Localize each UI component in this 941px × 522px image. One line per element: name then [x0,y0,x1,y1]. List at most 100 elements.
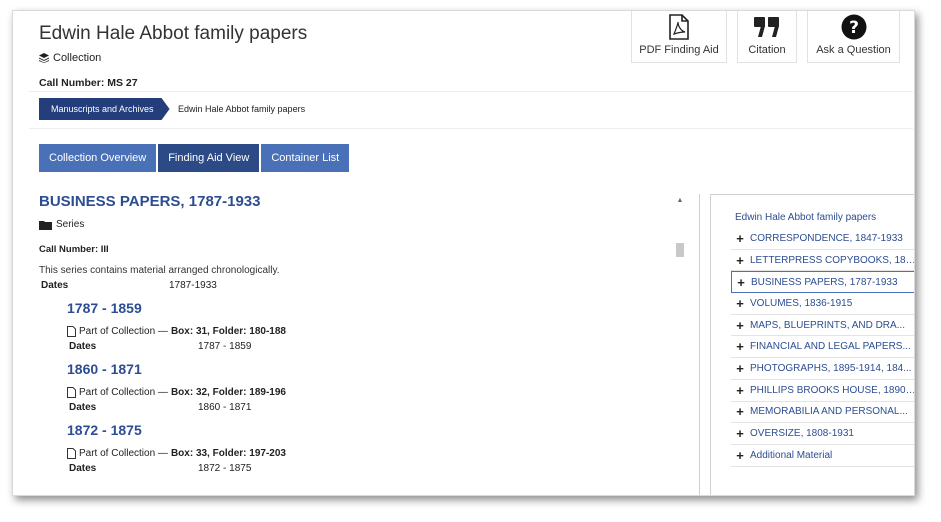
dates-label: Dates [69,402,97,413]
tree-item-label: PHILLIPS BROOKS HOUSE, 1890-... [750,384,915,396]
series-dates: Dates 1787-1933 [39,280,669,291]
call-number-label: Call Number: [39,77,105,89]
pdf-file-icon [669,14,689,40]
expand-plus-icon[interactable]: + [736,275,746,290]
tree-item[interactable]: + MAPS, BLUEPRINTS, AND DRA... [731,315,914,337]
tree-item-label: MAPS, BLUEPRINTS, AND DRA... [750,319,906,331]
tree-item[interactable]: + Additional Material [731,445,914,467]
breadcrumb-repository[interactable]: Manuscripts and Archives [39,98,170,120]
tree-item-label: PHOTOGRAPHS, 1895-1914, 184... [750,362,912,374]
dates-value: 1860 - 1871 [198,402,252,413]
series-type-label: Series [56,219,85,230]
tree-item-label: BUSINESS PAPERS, 1787-1933 [751,276,898,288]
ask-question-button[interactable]: ? Ask a Question [807,11,900,63]
expand-plus-icon[interactable]: + [735,253,745,268]
tree-panel: Edwin Hale Abbot family papers + CORRESPO… [710,194,915,495]
page-title: Edwin Hale Abbot family papers [39,23,308,44]
tree-item-label: Additional Material [750,449,833,461]
tree-item[interactable]: + FINANCIAL AND LEGAL PAPERS... [731,336,914,359]
view-tabs: Collection Overview Finding Aid View Con… [39,144,350,172]
tab-collection-overview[interactable]: Collection Overview [39,144,157,172]
expand-plus-icon[interactable]: + [735,296,745,311]
pdf-finding-aid-label: PDF Finding Aid [639,44,719,56]
expand-plus-icon[interactable]: + [735,231,745,246]
series-type: Series [39,219,669,230]
document-icon [67,387,76,398]
dates-label: Dates [41,280,69,291]
tree-item[interactable]: + OVERSIZE, 1808-1931 [731,423,914,445]
ask-question-label: Ask a Question [816,44,891,56]
child-title[interactable]: 1860 - 1871 [67,361,669,377]
dates-value: 1872 - 1875 [198,463,252,474]
toolbar: PDF Finding Aid Citation ? Ask a Questio… [631,11,900,63]
tree-list: + CORRESPONDENCE, 1847-1933 + LETTERPRESS … [731,228,915,467]
tree-item[interactable]: + PHOTOGRAPHS, 1895-1914, 184... [731,358,914,380]
series-call-number: Call Number: III [39,244,109,255]
tree-item-label: LETTERPRESS COPYBOOKS, 185... [750,254,915,266]
expand-plus-icon[interactable]: + [735,426,745,441]
scrollbar-thumb[interactable] [676,243,684,257]
dates-value: 1787 - 1859 [198,341,252,352]
tree-item-label: OVERSIZE, 1808-1931 [750,428,854,440]
tree-item-label: MEMORABILIA AND PERSONAL... [750,406,908,418]
citation-label: Citation [748,44,786,56]
tree-item[interactable]: + CORRESPONDENCE, 1847-1933 [731,228,914,250]
tree-item-current[interactable]: + BUSINESS PAPERS, 1787-1933 [731,271,914,294]
box-folder: Box: 31, Folder: 180-188 [170,326,286,337]
tree-item-label: VOLUMES, 1836-1915 [750,297,853,309]
child-container: Part of Collection — Box: 32, Folder: 18… [67,387,669,398]
question-circle-icon: ? [841,14,866,40]
expand-plus-icon[interactable]: + [735,339,745,354]
dates-label: Dates [69,463,97,474]
part-of-collection: Part of Collection — [79,448,168,459]
child-record: 1787 - 1859 Part of Collection — Box: 31… [67,300,669,352]
expand-plus-icon[interactable]: + [735,318,745,333]
scroll-up-arrow-icon[interactable]: ▲ [675,197,685,205]
expand-plus-icon[interactable]: + [735,404,745,419]
tree-item[interactable]: + VOLUMES, 1836-1915 [731,293,914,315]
child-record: 1872 - 1875 Part of Collection — Box: 33… [67,422,669,474]
folder-icon [39,220,52,230]
svg-text:?: ? [849,18,859,38]
breadcrumb-current: Edwin Hale Abbot family papers [178,104,306,114]
dates-label: Dates [69,341,97,352]
content-scrollbar[interactable]: ▲ [675,195,685,495]
document-icon [67,326,76,337]
part-of-collection: Part of Collection — [79,387,168,398]
app-window: Edwin Hale Abbot family papers Collectio… [12,10,915,496]
tree-item-label: FINANCIAL AND LEGAL PAPERS... [750,341,911,353]
document-icon [67,448,76,459]
tab-finding-aid-view[interactable]: Finding Aid View [158,144,260,172]
expand-plus-icon[interactable]: + [735,361,745,376]
tree-root-link[interactable]: Edwin Hale Abbot family papers [735,212,876,223]
series-content: BUSINESS PAPERS, 1787-1933 Series Call N… [39,193,669,495]
box-folder: Box: 32, Folder: 189-196 [170,387,286,398]
quote-icon [754,17,779,37]
stack-icon [39,53,49,63]
tree-item[interactable]: + LETTERPRESS COPYBOOKS, 185... [731,250,915,272]
tree-item[interactable]: + MEMORABILIA AND PERSONAL... [731,402,914,424]
record-type-label: Collection [53,52,102,64]
expand-plus-icon[interactable]: + [735,448,745,463]
child-record: 1860 - 1871 Part of Collection — Box: 32… [67,361,669,413]
child-title[interactable]: 1872 - 1875 [67,422,669,438]
child-dates: Dates 1872 - 1875 [67,463,669,474]
call-number-value: MS 27 [107,77,138,89]
tab-container-list[interactable]: Container List [261,144,350,172]
breadcrumb: Manuscripts and Archives Edwin Hale Abbo… [29,91,913,129]
part-of-collection: Part of Collection — [79,326,168,337]
pdf-finding-aid-button[interactable]: PDF Finding Aid [631,11,727,63]
citation-button[interactable]: Citation [737,11,797,63]
series-title: BUSINESS PAPERS, 1787-1933 [39,193,261,210]
tree-item-label: CORRESPONDENCE, 1847-1933 [750,232,903,244]
child-dates: Dates 1787 - 1859 [67,341,669,352]
expand-plus-icon[interactable]: + [735,383,745,398]
dates-value: 1787-1933 [169,280,217,291]
series-description: This series contains material arranged c… [39,265,280,276]
box-folder: Box: 33, Folder: 197-203 [170,448,286,459]
tree-item[interactable]: + PHILLIPS BROOKS HOUSE, 1890-... [731,380,915,402]
child-title[interactable]: 1787 - 1859 [67,300,669,316]
call-number: Call Number: MS 27 [39,77,138,89]
child-dates: Dates 1860 - 1871 [67,402,669,413]
tree-sidebar: Edwin Hale Abbot family papers + CORRESPO… [699,194,915,495]
